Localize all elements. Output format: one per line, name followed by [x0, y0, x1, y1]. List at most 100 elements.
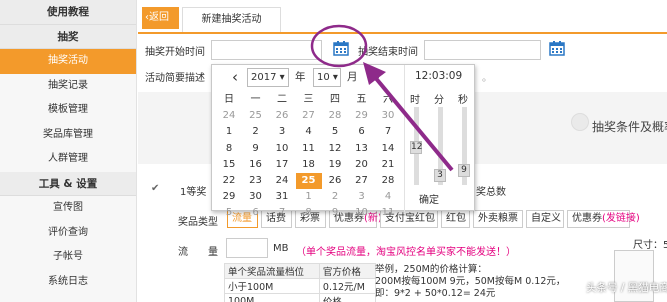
sidebar-item[interactable]: 系统日志 — [0, 270, 136, 295]
next-month-icon[interactable]: › — [374, 68, 380, 86]
calendar-day[interactable]: 10 — [269, 141, 295, 157]
prize-type-button[interactable]: 自定义 — [526, 210, 564, 228]
calendar-day[interactable]: 9 — [322, 205, 348, 221]
calendar-day[interactable]: 8 — [296, 205, 322, 221]
time-readout: 12:03:09 — [415, 70, 463, 82]
calendar-day[interactable]: 5 — [216, 205, 242, 221]
start-time-input[interactable] — [211, 40, 322, 60]
calendar-day[interactable]: 31 — [269, 189, 295, 205]
calendar-day[interactable]: 3 — [349, 189, 375, 205]
calendar-day[interactable]: 22 — [216, 173, 242, 189]
calendar-day[interactable]: 24 — [269, 173, 295, 189]
calendar-day[interactable]: 20 — [349, 157, 375, 173]
check-icon[interactable]: ✔ — [151, 183, 159, 194]
calendar-day[interactable]: 27 — [349, 173, 375, 189]
hour-label: 时 — [410, 95, 420, 106]
calendar-day[interactable]: 14 — [375, 141, 401, 157]
calendar-day[interactable]: 4 — [296, 124, 322, 140]
prev-month-icon[interactable]: ‹ — [232, 68, 238, 86]
second-label: 秒 — [458, 95, 468, 106]
calendar-icon[interactable] — [333, 40, 349, 56]
weekday-header: 二 — [277, 94, 287, 105]
calendar-day[interactable]: 25 — [243, 108, 269, 124]
calendar-day[interactable]: 29 — [349, 108, 375, 124]
calendar-day[interactable]: 29 — [216, 189, 242, 205]
chevron-down-icon: ▾ — [332, 72, 338, 83]
minute-slider-thumb[interactable]: 3 — [434, 169, 446, 182]
example-line: 举例，250M的价格计算： — [375, 264, 487, 275]
calendar-day[interactable]: 26 — [322, 173, 348, 189]
calendar-day[interactable]: 26 — [269, 108, 295, 124]
sidebar-item[interactable]: 子帐号 — [0, 245, 136, 270]
calendar-day[interactable]: 2 — [243, 124, 269, 140]
month-select[interactable]: 10 ▾ — [313, 68, 341, 87]
calendar-day[interactable]: 25 — [295, 173, 322, 189]
calendar-day[interactable]: 11 — [375, 205, 401, 221]
calendar-day[interactable]: 30 — [243, 189, 269, 205]
calendar-day[interactable]: 16 — [243, 157, 269, 173]
flow-input[interactable] — [226, 238, 268, 258]
weekday-header: 六 — [383, 94, 393, 105]
prize-type-button[interactable]: 优惠券(发链接) — [567, 210, 640, 228]
sidebar-item[interactable]: 评价查询 — [0, 221, 136, 246]
step-label-conditions: 抽奖条件及概率 — [592, 120, 667, 134]
calendar-day[interactable]: 15 — [216, 157, 242, 173]
tab-new-lottery[interactable]: 新建抽奖活动 — [182, 7, 281, 32]
calendar-day[interactable]: 2 — [322, 189, 348, 205]
calendar-day[interactable]: 1 — [216, 124, 242, 140]
sidebar-item[interactable]: 抽奖活动 — [0, 49, 136, 74]
calendar-day[interactable]: 7 — [375, 124, 401, 140]
year-select[interactable]: 2017 ▾ — [247, 68, 289, 87]
end-time-input[interactable] — [424, 40, 541, 60]
calendar-day[interactable]: 21 — [375, 157, 401, 173]
calendar-day[interactable]: 23 — [243, 173, 269, 189]
calendar-day[interactable]: 4 — [375, 189, 401, 205]
calendar-day[interactable]: 28 — [322, 108, 348, 124]
calendar-day[interactable]: 5 — [322, 124, 348, 140]
prize-type-button[interactable]: 红包 — [441, 210, 470, 228]
prize-type-label: 自定义 — [531, 213, 561, 224]
description-hint: 。 — [482, 73, 492, 84]
sidebar-item[interactable]: 宣传图 — [0, 196, 136, 221]
weekday-header: 日 — [224, 94, 234, 105]
calendar-day[interactable]: 17 — [269, 157, 295, 173]
calendar-day[interactable]: 28 — [375, 173, 401, 189]
sidebar-section-header: 抽奖 — [0, 24, 136, 49]
table-row: 小于100M 0.12元/M — [224, 278, 377, 294]
calendar-day[interactable]: 1 — [296, 189, 322, 205]
calendar-day[interactable]: 27 — [296, 108, 322, 124]
table-cell: 0.12元/M — [318, 278, 377, 294]
second-slider-thumb[interactable]: 9 — [458, 164, 470, 177]
start-time-label: 抽奖开始时间 — [145, 47, 205, 58]
sidebar-item[interactable]: 模板管理 — [0, 98, 136, 123]
sidebar-item[interactable]: 人群管理 — [0, 147, 136, 172]
watermark: 头条号 / 黑猫电商 — [586, 282, 667, 294]
calendar-day[interactable]: 7 — [269, 205, 295, 221]
example-line: 200M按每100M 9元，50M按每M 0.12元， — [375, 276, 566, 287]
calendar-day[interactable]: 10 — [349, 205, 375, 221]
calendar-day[interactable]: 30 — [375, 108, 401, 124]
sidebar-item[interactable]: 奖品库管理 — [0, 123, 136, 148]
calendar-day[interactable]: 24 — [216, 108, 242, 124]
calendar-icon[interactable] — [549, 40, 565, 56]
step-indicator — [571, 113, 589, 131]
calendar-day[interactable]: 9 — [243, 141, 269, 157]
month-value: 10 — [317, 72, 330, 83]
calendar-day[interactable]: 19 — [322, 157, 348, 173]
hour-slider-thumb[interactable]: 12 — [410, 141, 422, 154]
confirm-button[interactable]: 确定 — [419, 191, 439, 206]
calendar-day[interactable]: 6 — [243, 205, 269, 221]
prize-type-label: 外卖粮票 — [478, 213, 518, 224]
price-example: 举例，250M的价格计算： 200M按每100M 9元，50M按每M 0.12元… — [375, 264, 565, 300]
calendar-day[interactable]: 18 — [296, 157, 322, 173]
calendar-day[interactable]: 11 — [296, 141, 322, 157]
size-label: 尺寸：5 — [633, 240, 667, 251]
back-button[interactable]: ‹返回 — [142, 7, 179, 29]
calendar-day[interactable]: 13 — [349, 141, 375, 157]
sidebar-item[interactable]: 抽奖记录 — [0, 74, 136, 99]
calendar-day[interactable]: 3 — [269, 124, 295, 140]
prize-type-button[interactable]: 外卖粮票 — [473, 210, 523, 228]
calendar-day[interactable]: 8 — [216, 141, 242, 157]
calendar-day[interactable]: 6 — [349, 124, 375, 140]
calendar-day[interactable]: 12 — [322, 141, 348, 157]
